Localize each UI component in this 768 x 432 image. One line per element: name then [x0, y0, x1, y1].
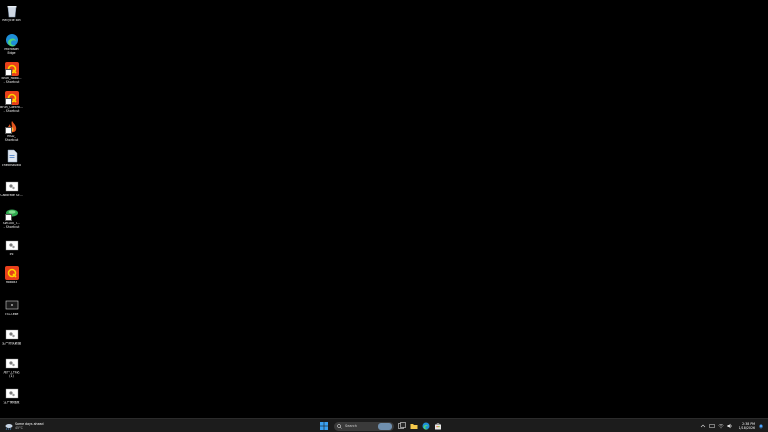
desktop-icon-label: 生产测试数据 [1, 342, 22, 345]
taskbar: Some days ahead 45°C Search 2:38 PM 1/18… [0, 418, 768, 432]
recycle-bin-icon [5, 4, 19, 18]
desktop-icon-ini[interactable]: ini [0, 237, 23, 265]
weather-temperature: 45°C [15, 426, 23, 430]
keyboard-icon [708, 424, 715, 428]
desktop-icon-brun-contro[interactable]: Brun_Contro... - Shortcut [0, 90, 23, 118]
notifications-button[interactable] [758, 423, 764, 429]
tray-volume-button[interactable] [727, 423, 733, 429]
windows-logo-icon [320, 422, 328, 430]
monitor-app-icon [5, 298, 19, 312]
store-button[interactable] [433, 421, 443, 431]
desktop-icon-label: MSD_ Shortcut [4, 135, 19, 142]
desktop-icon-calibrate[interactable]: Calibrate Sc... [0, 178, 23, 206]
settings-file-icon [5, 386, 19, 400]
settings-file-icon [5, 356, 19, 370]
desktop-icon-label: SW100_T... - Shortcut [2, 222, 21, 229]
start-button[interactable] [319, 421, 329, 431]
wifi-icon [717, 424, 724, 429]
desktop-icon-user-workstation[interactable]: 用户工作站 (1) [0, 355, 23, 383]
task-view-button[interactable] [397, 421, 407, 431]
weather-icon [5, 423, 13, 430]
qt-app-icon [4, 91, 19, 105]
settings-file-icon [5, 179, 19, 193]
store-bag-icon [435, 423, 441, 430]
edge-icon [422, 422, 430, 430]
taskbar-center: Search [319, 421, 445, 431]
desktop-icon-tsci[interactable]: TSCI.exe [0, 297, 23, 325]
file-explorer-button[interactable] [409, 421, 419, 431]
settings-file-icon [5, 238, 19, 252]
desktop-icon-label: Recycle Bin [2, 19, 21, 22]
taskbar-clock[interactable]: 2:38 PM 1/18/2026 [739, 422, 755, 430]
desktop-icon-label: 用户工作站 (1) [3, 371, 20, 378]
desktop-icon-production-test-data[interactable]: 生产测试数据 [0, 326, 23, 354]
desktop-icon-brun-robo[interactable]: Brun_Robo... - Shortcut [0, 61, 23, 89]
show-hidden-icons-button[interactable] [700, 423, 706, 429]
settings-file-icon [5, 327, 19, 341]
flame-app-icon [4, 120, 19, 134]
qt-app-icon [4, 62, 19, 76]
clock-date: 1/18/2026 [738, 426, 755, 430]
shortcut-arrow-icon [4, 69, 12, 76]
taskbar-search[interactable]: Search [334, 421, 394, 431]
edge-icon [5, 33, 19, 47]
speaker-icon [727, 423, 732, 429]
shortcut-arrow-icon [4, 98, 12, 105]
desktop-icon-label: Calibrate Sc... [0, 194, 23, 197]
desktop-icon-label: Robot3 [5, 281, 18, 284]
desktop: Recycle Bin Microsoft Edge Brun_Robo... … [0, 0, 768, 418]
chevron-up-icon [700, 424, 705, 428]
desktop-icon-label: ini [9, 253, 14, 256]
desktop-icon-edge[interactable]: Microsoft Edge [0, 32, 23, 60]
desktop-icon-checkstudio[interactable]: checkstudio [0, 148, 23, 176]
search-icon [337, 423, 342, 429]
desktop-icon-label: Brun_Contro... - Shortcut [0, 106, 23, 113]
shortcut-arrow-icon [4, 214, 12, 221]
desktop-icon-sw100[interactable]: SW100_T... - Shortcut [0, 206, 23, 234]
document-icon [5, 149, 19, 163]
desktop-icon-production-management[interactable]: 生产管理报 [0, 385, 23, 413]
desktop-icon-label: Brun_Robo... - Shortcut [1, 77, 22, 84]
desktop-icon-label: checkstudio [1, 164, 22, 167]
weather-widget[interactable]: Some days ahead 45°C [5, 421, 44, 431]
desktop-icon-msd[interactable]: MSD_ Shortcut [0, 119, 23, 147]
green-app-icon [4, 207, 19, 221]
qt-app-icon [4, 266, 19, 280]
folder-icon [410, 424, 418, 429]
desktop-icon-label: Microsoft Edge [4, 48, 19, 55]
desktop-icon-label: 生产管理报 [3, 401, 20, 404]
tray-wifi-button[interactable] [717, 423, 724, 429]
search-label: Search [345, 424, 358, 428]
system-tray: 2:38 PM 1/18/2026 [697, 421, 764, 431]
search-highlight-image [378, 422, 392, 430]
task-view-icon [398, 422, 406, 429]
bell-icon [759, 424, 763, 429]
desktop-icon-label: TSCI.exe [4, 313, 19, 316]
tray-keyboard-button[interactable] [708, 423, 715, 429]
desktop-icon-recycle-bin[interactable]: Recycle Bin [0, 3, 23, 31]
desktop-icon-robot3[interactable]: Robot3 [0, 265, 23, 293]
edge-taskbar-button[interactable] [421, 421, 431, 431]
shortcut-arrow-icon [4, 127, 12, 134]
